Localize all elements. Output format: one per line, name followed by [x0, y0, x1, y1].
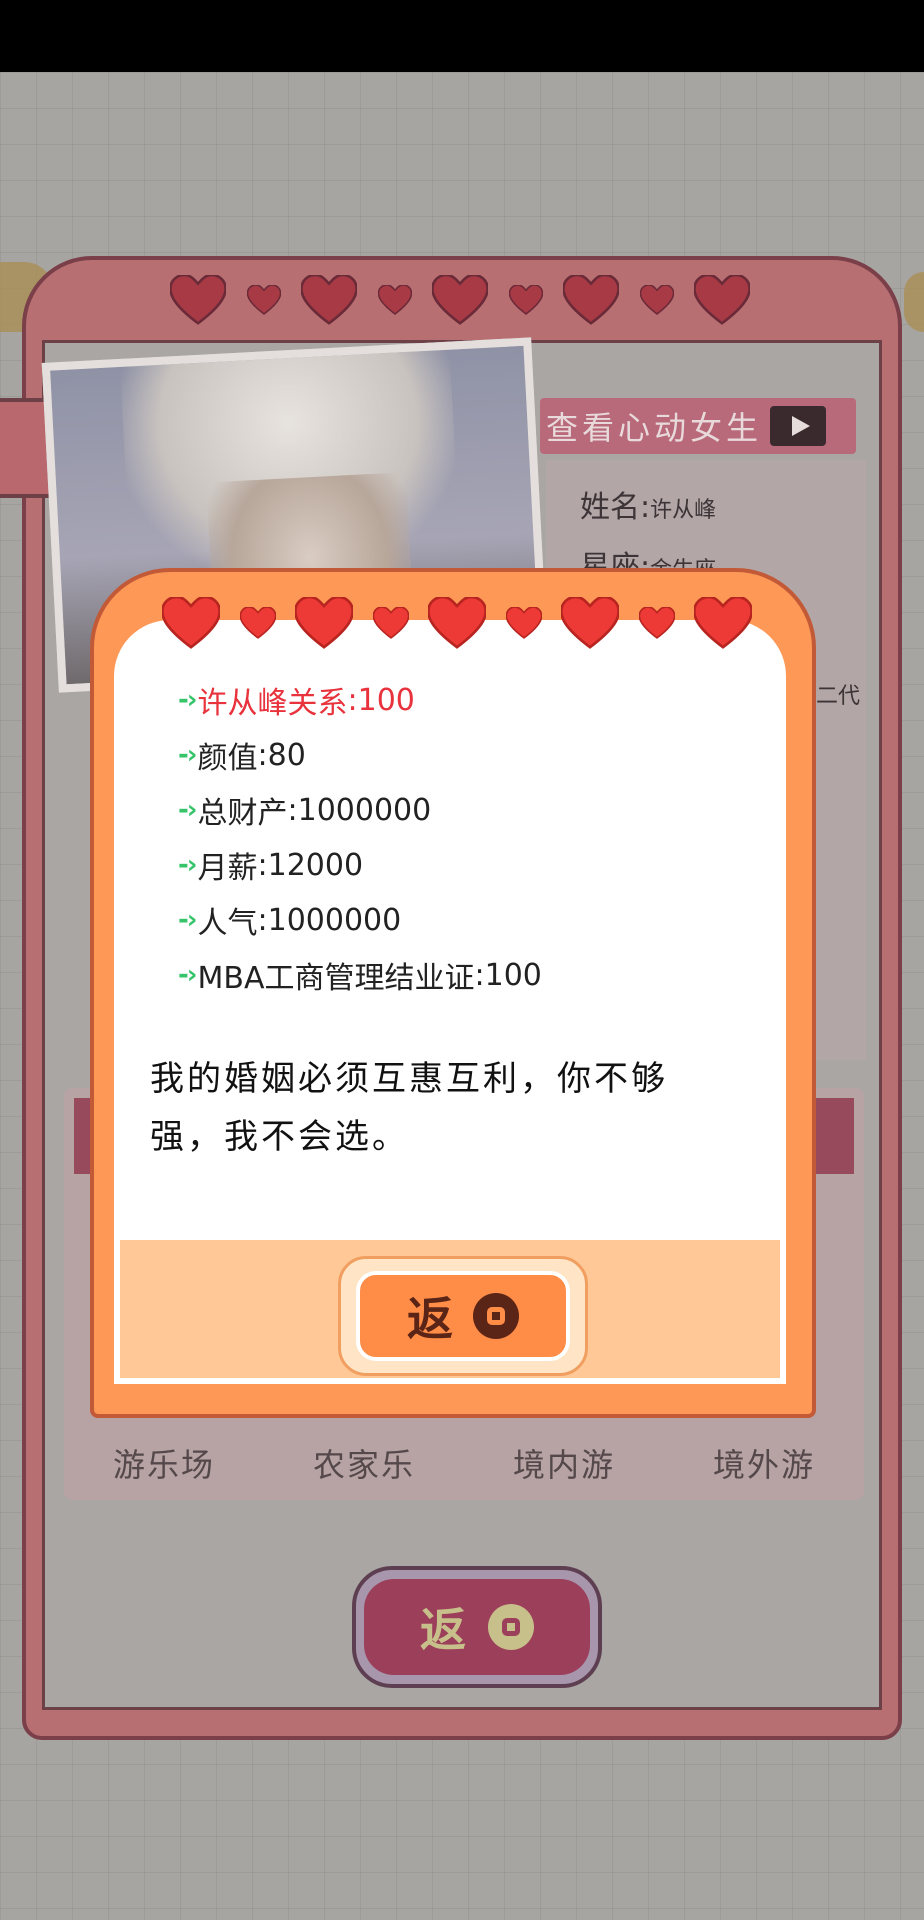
place-amusement-park[interactable]: 游乐场: [113, 1440, 215, 1500]
dialog-return-inner: 返: [356, 1271, 570, 1361]
view-girl-label: 查看心动女生: [546, 409, 763, 447]
heart-icon: [432, 275, 488, 325]
stat-label: 月薪: [197, 851, 258, 886]
quote-line-1: 我的婚姻必须互惠互利，你不够: [150, 1059, 668, 1099]
heart-icon: [505, 607, 542, 639]
stat-colon: :: [257, 737, 268, 773]
heart-icon: [563, 275, 619, 325]
stat-label: 人气: [197, 906, 258, 941]
arrow-icon: -›: [178, 740, 197, 770]
profile-hearts-row: [170, 268, 750, 332]
dialog-hearts-row: [162, 590, 752, 656]
stat-value: 80: [267, 737, 306, 773]
dialog-quote: 我的婚姻必须互惠互利，你不够 强，我不会选。: [150, 1050, 710, 1166]
status-bar: [0, 0, 924, 72]
place-domestic-travel[interactable]: 境内游: [513, 1440, 615, 1500]
stat-row-mba: -› MBA工商管理结业证:100: [178, 953, 542, 997]
return-circle-icon: [473, 1293, 519, 1339]
stat-value: 1000000: [267, 902, 402, 938]
return-circle-icon: [488, 1604, 534, 1650]
partial-info-text: 二代: [816, 684, 861, 709]
stat-label: 许从峰关系: [197, 686, 348, 721]
stat-row-assets: -› 总财产:1000000: [178, 788, 431, 832]
stat-colon: :: [257, 847, 268, 883]
video-icon: [770, 406, 827, 446]
stat-row-relationship: -› 许从峰关系:100: [178, 678, 415, 722]
heart-icon: [428, 597, 486, 649]
profile-return-button[interactable]: 返: [352, 1566, 602, 1688]
heart-icon: [377, 285, 412, 315]
place-overseas-travel[interactable]: 境外游: [713, 1440, 815, 1500]
quote-line-2: 强，我不会选。: [150, 1117, 409, 1157]
profile-return-label: 返: [420, 1603, 470, 1657]
arrow-icon: -›: [178, 685, 197, 715]
stat-row-salary: -› 月薪:12000: [178, 843, 363, 887]
arrow-icon: -›: [178, 795, 197, 825]
stat-colon: :: [257, 902, 268, 938]
arrow-icon: -›: [178, 850, 197, 880]
heart-icon: [694, 597, 752, 649]
heart-icon: [239, 607, 276, 639]
heart-icon: [295, 597, 353, 649]
name-label: 姓名: [580, 490, 640, 525]
stat-label: 颜值: [197, 741, 258, 776]
heart-icon: [561, 597, 619, 649]
dialog-return-button[interactable]: 返: [338, 1256, 588, 1376]
heart-icon: [508, 285, 543, 315]
place-farmhouse[interactable]: 农家乐: [313, 1440, 415, 1500]
name-row: 姓名:许从峰: [580, 482, 716, 526]
heart-icon: [638, 607, 675, 639]
stat-colon: :: [474, 957, 485, 993]
view-girl-button[interactable]: 查看心动女生: [540, 398, 856, 454]
heart-icon: [170, 275, 226, 325]
name-colon: :: [640, 490, 651, 525]
stat-label: MBA工商管理结业证: [197, 961, 475, 996]
heart-icon: [246, 285, 281, 315]
stat-colon: :: [347, 682, 358, 718]
arrow-icon: -›: [178, 960, 197, 990]
stat-value: 100: [484, 957, 542, 993]
heart-icon: [694, 275, 750, 325]
right-decoration: [904, 272, 924, 332]
heart-icon: [301, 275, 357, 325]
stat-value: 1000000: [297, 792, 432, 828]
stat-row-looks: -› 颜值:80: [178, 733, 306, 777]
arrow-icon: -›: [178, 905, 197, 935]
heart-icon: [162, 597, 220, 649]
heart-icon: [639, 285, 674, 315]
stat-value: 12000: [267, 847, 364, 883]
places-row: 游乐场 农家乐 境内游 境外游: [64, 1440, 864, 1500]
stat-label: 总财产: [197, 796, 288, 831]
stat-row-popularity: -› 人气:1000000: [178, 898, 401, 942]
heart-icon: [372, 607, 409, 639]
dialog-return-label: 返: [407, 1292, 457, 1346]
stat-colon: :: [287, 792, 298, 828]
name-value: 许从峰: [650, 498, 717, 523]
profile-return-inner: 返: [364, 1579, 590, 1675]
stat-value: 100: [357, 682, 415, 718]
